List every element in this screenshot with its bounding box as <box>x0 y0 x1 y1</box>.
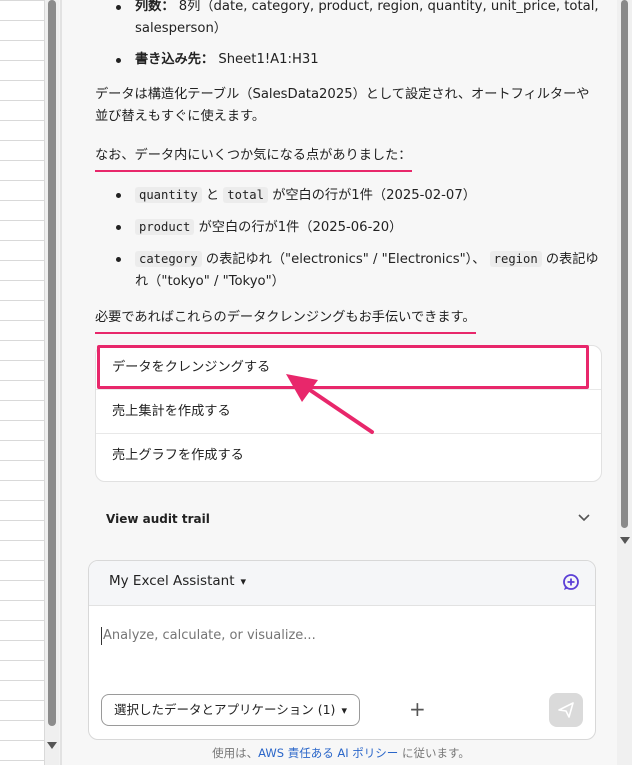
issue-item: category の表記ゆれ（"electronics" / "Electron… <box>95 248 600 293</box>
assistant-selector[interactable]: My Excel Assistant ▾ <box>109 573 246 589</box>
annotation-arrow-icon <box>286 374 374 434</box>
issues-heading-wrap: なお、データ内にいくつか気になる点がありました： <box>95 145 600 172</box>
issues-list: quantity と total が空白の行が1件（2025-02-07） pr… <box>95 184 600 293</box>
closing-wrap: 必要であればこれらのデータクレンジングもお手伝いできます。 <box>95 307 600 334</box>
audit-trail-toggle[interactable]: View audit trail <box>106 512 590 532</box>
new-chat-icon[interactable] <box>561 572 581 592</box>
spec-item: 書き込み先： Sheet1!A1:H31 <box>95 49 600 71</box>
pane-scrollbar-thumb[interactable] <box>621 0 628 528</box>
prompt-input[interactable] <box>101 627 575 644</box>
send-icon <box>558 702 574 718</box>
context-selector-button[interactable]: 選択したデータとアプリケーション (1) ▾ <box>101 694 360 726</box>
spec-section: 列数： 8列（date, category, product, region, … <box>95 0 600 71</box>
sheet-scrollbar[interactable] <box>45 0 59 765</box>
closing-text: 必要であればこれらのデータクレンジングもお手伝いできます。 <box>95 307 476 334</box>
table-note: データは構造化テーブル（SalesData2025）として設定され、オートフィル… <box>95 87 590 124</box>
policy-prefix: 使用は、 <box>212 746 259 760</box>
suggestion-chart[interactable]: 売上グラフを作成する <box>96 434 601 478</box>
spec-item: 列数： 8列（date, category, product, region, … <box>95 0 600 40</box>
sheet-scrollbar-thumb[interactable] <box>48 0 56 726</box>
policy-suffix: に従います。 <box>401 746 470 760</box>
plus-icon[interactable]: + <box>409 697 426 721</box>
chevron-down-icon: ▾ <box>240 575 247 588</box>
composer-header: My Excel Assistant ▾ <box>89 561 595 606</box>
assistant-name: My Excel Assistant <box>109 573 235 589</box>
spreadsheet-grid <box>0 0 45 765</box>
issue-item: quantity と total が空白の行が1件（2025-02-07） <box>95 184 600 207</box>
sheet-scroll-down-icon[interactable] <box>47 742 57 749</box>
audit-trail-label: View audit trail <box>106 512 210 526</box>
issue-item: product が空白の行が1件（2025-06-20） <box>95 216 600 239</box>
chevron-down-icon <box>578 514 590 522</box>
policy-footer: 使用は、AWS 責任ある AI ポリシー に従います。 <box>88 745 594 761</box>
assistant-pane: 列数： 8列（date, category, product, region, … <box>62 0 617 765</box>
pane-scrollbar[interactable] <box>617 0 632 765</box>
composer: My Excel Assistant ▾ 選択したデータとアプリケーション (1)… <box>88 560 596 740</box>
context-selector-label: 選択したデータとアプリケーション (1) <box>114 702 336 717</box>
issues-heading: なお、データ内にいくつか気になる点がありました： <box>95 145 412 172</box>
chevron-down-icon: ▾ <box>341 704 347 717</box>
send-button[interactable] <box>549 693 583 727</box>
policy-link[interactable]: AWS 責任ある AI ポリシー <box>258 746 398 760</box>
pane-scroll-down-icon[interactable] <box>620 537 630 544</box>
